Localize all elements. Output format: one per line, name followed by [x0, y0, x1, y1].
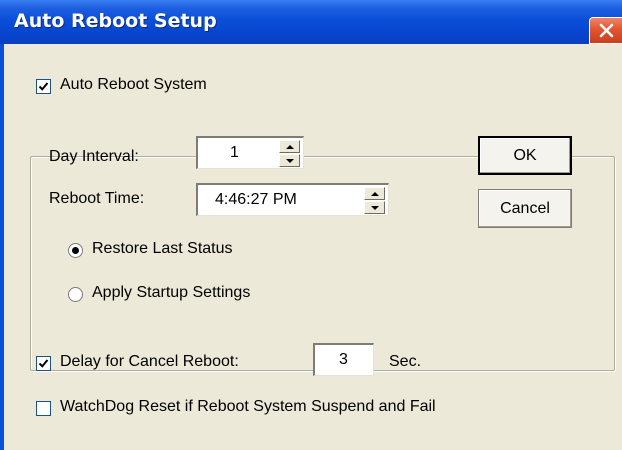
day-interval-spin-buttons[interactable]	[279, 140, 300, 167]
apply-startup-settings-radio[interactable]	[68, 287, 83, 302]
arrow-down-icon	[286, 159, 294, 163]
day-interval-value: 1	[230, 144, 239, 161]
reboot-time-label: Reboot Time:	[49, 190, 145, 207]
reboot-time-up-button[interactable]	[364, 187, 385, 200]
delay-cancel-reboot-checkbox[interactable]	[36, 356, 51, 371]
watchdog-reset-checkbox[interactable]	[36, 401, 51, 416]
auto-reboot-label: Auto Reboot System	[60, 76, 207, 93]
close-icon	[599, 23, 614, 38]
day-interval-label: Day Interval:	[49, 148, 139, 165]
radio-selected-dot	[72, 247, 79, 254]
dialog-client-area: Auto Reboot System Day Interval: 1 Reboo…	[4, 44, 622, 450]
delay-cancel-reboot-label: Delay for Cancel Reboot:	[60, 353, 239, 370]
reboot-time-picker[interactable]: 4:46:27 PM	[196, 183, 389, 216]
ok-button[interactable]: OK	[478, 136, 572, 175]
day-interval-spinner[interactable]: 1	[196, 136, 304, 169]
dialog-window: Auto Reboot Setup Auto Reboot System Day…	[0, 0, 622, 450]
watchdog-reset-label: WatchDog Reset if Reboot System Suspend …	[60, 398, 436, 415]
day-interval-up-button[interactable]	[279, 140, 300, 153]
reboot-time-down-button[interactable]	[364, 201, 385, 214]
auto-reboot-checkbox[interactable]	[36, 79, 51, 94]
apply-startup-settings-label: Apply Startup Settings	[92, 284, 251, 301]
checkmark-icon	[38, 359, 49, 368]
delay-unit-label: Sec.	[389, 353, 422, 370]
close-button[interactable]	[589, 17, 622, 44]
delay-seconds-input[interactable]: 3	[313, 343, 374, 376]
day-interval-down-button[interactable]	[279, 154, 300, 167]
arrow-down-icon	[371, 206, 379, 210]
checkmark-icon	[38, 82, 49, 91]
delay-seconds-value: 3	[339, 351, 348, 368]
window-title: Auto Reboot Setup	[14, 10, 217, 32]
reboot-time-value: 4:46:27 PM	[215, 191, 297, 208]
reboot-time-spin-buttons[interactable]	[364, 187, 385, 214]
arrow-up-icon	[286, 145, 294, 149]
restore-last-status-label: Restore Last Status	[92, 240, 233, 257]
arrow-up-icon	[371, 192, 379, 196]
title-bar[interactable]: Auto Reboot Setup	[0, 0, 622, 44]
cancel-button[interactable]: Cancel	[478, 189, 572, 228]
restore-last-status-radio[interactable]	[68, 243, 83, 258]
